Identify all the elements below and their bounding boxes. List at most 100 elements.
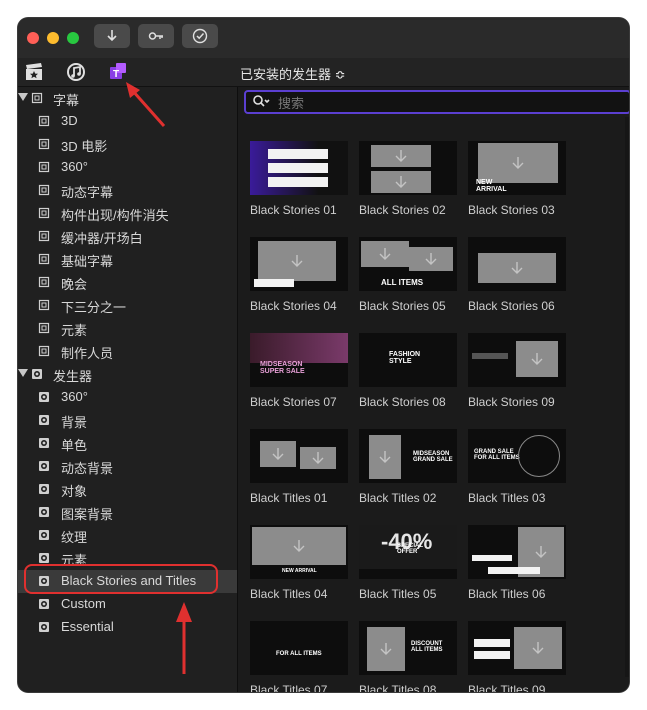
generator-category-icon [38, 460, 50, 472]
generator-thumbnail[interactable]: DISCOUNT ALL ITEMS [359, 621, 457, 675]
minimize-button[interactable] [47, 32, 59, 44]
sidebar-item-label: 图案背景 [61, 507, 114, 522]
sidebar-item-generator-17[interactable]: 对象 [18, 478, 237, 501]
image-placeholder [478, 143, 558, 183]
generator-tile-label: Black Titles 06 [468, 587, 546, 601]
generator-thumbnail[interactable]: NEW ARRIVAL [468, 141, 566, 195]
generator-thumbnail[interactable] [250, 141, 348, 195]
search-icon[interactable] [252, 94, 270, 110]
sidebar-item-label: 纹理 [61, 530, 88, 545]
close-button[interactable] [27, 32, 39, 44]
placeholder-arrow-icon [379, 451, 391, 463]
annotation-arrow-up-left [126, 82, 166, 127]
sidebar-item-label: 晚会 [61, 277, 88, 292]
image-placeholder [516, 341, 558, 377]
import-button[interactable] [94, 24, 130, 48]
sidebar-item-generator-13[interactable]: 360° [18, 386, 237, 409]
sidebar-item-title-10[interactable]: 元素 [18, 317, 237, 340]
sidebar-item-label: 背景 [61, 415, 88, 430]
thumb-caption: FOR ALL ITEMS [276, 651, 322, 657]
image-placeholder [252, 527, 346, 565]
sidebar-item-label: 动态背景 [61, 461, 114, 476]
generator-thumbnail[interactable]: FOR ALL ITEMS [250, 621, 348, 675]
generator-thumbnail[interactable] [468, 621, 566, 675]
image-placeholder [300, 447, 336, 469]
disclosure-triangle-icon[interactable] [18, 369, 28, 377]
generator-thumbnail[interactable] [250, 429, 348, 483]
generator-thumbnail[interactable]: MIDSEASON SUPER SALE [250, 333, 348, 387]
sidebar-item-title-8[interactable]: 晚会 [18, 271, 237, 294]
sidebar-item-generator-15[interactable]: 单色 [18, 432, 237, 455]
generator-thumbnail[interactable]: ALL ITEMS [359, 237, 457, 291]
thumb-caption: SPECIAL OFFER [397, 543, 424, 555]
text-bar [488, 567, 540, 574]
sidebar-group-generator-12[interactable]: 发生器 [18, 363, 237, 386]
sidebar-item-generator-22[interactable]: Custom [18, 593, 237, 616]
generator-thumbnail[interactable]: MIDSEASON GRAND SALE [359, 429, 457, 483]
clapper-icon[interactable] [24, 62, 44, 82]
browser-content: Black Stories 01 Black Stories 02 NEW ARRI… [238, 87, 629, 692]
thumb-caption: DISCOUNT ALL ITEMS [411, 641, 443, 653]
titles-icon[interactable]: T [108, 62, 128, 82]
sidebar-item-title-4[interactable]: 动态字幕 [18, 179, 237, 202]
placeholder-arrow-icon [512, 157, 524, 169]
music-icon[interactable] [66, 62, 86, 82]
title-category-icon [38, 184, 50, 196]
image-placeholder [369, 435, 401, 479]
thumb-caption: GRAND SALE FOR ALL ITEMS [474, 449, 520, 461]
sidebar-item-generator-23[interactable]: Essential [18, 616, 237, 639]
text-bar [268, 177, 328, 187]
thumb-caption: FASHION STYLE [389, 351, 421, 365]
text-bar [268, 149, 328, 159]
generator-thumbnail[interactable]: GRAND SALE FOR ALL ITEMS [468, 429, 566, 483]
browser-title[interactable]: 已安装的发生器 ≎ [240, 64, 346, 83]
zoom-button[interactable] [67, 32, 79, 44]
sidebar-item-generator-19[interactable]: 纹理 [18, 524, 237, 547]
sidebar-item-label: 动态字幕 [61, 185, 114, 200]
generator-thumbnail[interactable] [468, 333, 566, 387]
generator-category-icon [31, 368, 43, 380]
generator-thumbnail[interactable] [468, 237, 566, 291]
disclosure-triangle-icon[interactable] [18, 93, 28, 101]
thumb-caption: NEW ARRIVAL [282, 568, 317, 574]
generator-thumbnail[interactable] [468, 525, 566, 579]
sidebar-item-label: 构件出现/构件消失 [61, 208, 169, 223]
generator-thumbnail[interactable]: -40% SPECIAL OFFER [359, 525, 457, 579]
image-placeholder [258, 241, 336, 281]
generator-thumbnail[interactable]: FASHION STYLE [359, 333, 457, 387]
generator-tile-label: Black Titles 05 [359, 587, 437, 601]
scrollbar[interactable] [625, 117, 629, 677]
generator-thumbnail[interactable] [359, 141, 457, 195]
search-field[interactable] [244, 90, 629, 114]
title-category-icon [38, 299, 50, 311]
generator-tile-label: Black Titles 04 [250, 587, 328, 601]
background-tasks-button[interactable] [182, 24, 218, 48]
title-bar [18, 18, 629, 58]
browser-toolbar: T 已安装的发生器 ≎ [18, 58, 629, 87]
keywords-button[interactable] [138, 24, 174, 48]
generator-thumbnail[interactable] [250, 237, 348, 291]
sidebar-item-title-11[interactable]: 制作人员 [18, 340, 237, 363]
generator-thumbnail[interactable]: NEW ARRIVAL [250, 525, 348, 579]
sidebar-item-title-3[interactable]: 360° [18, 156, 237, 179]
sidebar-item-generator-16[interactable]: 动态背景 [18, 455, 237, 478]
search-input[interactable] [276, 93, 620, 113]
sidebar-item-generator-14[interactable]: 背景 [18, 409, 237, 432]
placeholder-arrow-icon [379, 248, 391, 260]
title-category-icon [38, 253, 50, 265]
generator-tile-label: Black Titles 03 [468, 491, 546, 505]
title-category-icon [38, 161, 50, 173]
placeholder-arrow-icon [425, 253, 437, 265]
sidebar-item-title-5[interactable]: 构件出现/构件消失 [18, 202, 237, 225]
sidebar-item-label: 3D 电影 [61, 139, 108, 154]
sidebar-item-label: 基础字幕 [61, 254, 114, 269]
sidebar-item-title-9[interactable]: 下三分之一 [18, 294, 237, 317]
sidebar-item-generator-18[interactable]: 图案背景 [18, 501, 237, 524]
sidebar-item-title-6[interactable]: 缓冲器/开场白 [18, 225, 237, 248]
placeholder-arrow-icon [395, 176, 407, 188]
sidebar-item-title-7[interactable]: 基础字幕 [18, 248, 237, 271]
key-icon [148, 32, 163, 40]
title-category-icon [31, 92, 43, 104]
generator-tile-label: Black Stories 01 [250, 203, 337, 217]
sidebar-item-label: 元素 [61, 323, 88, 338]
